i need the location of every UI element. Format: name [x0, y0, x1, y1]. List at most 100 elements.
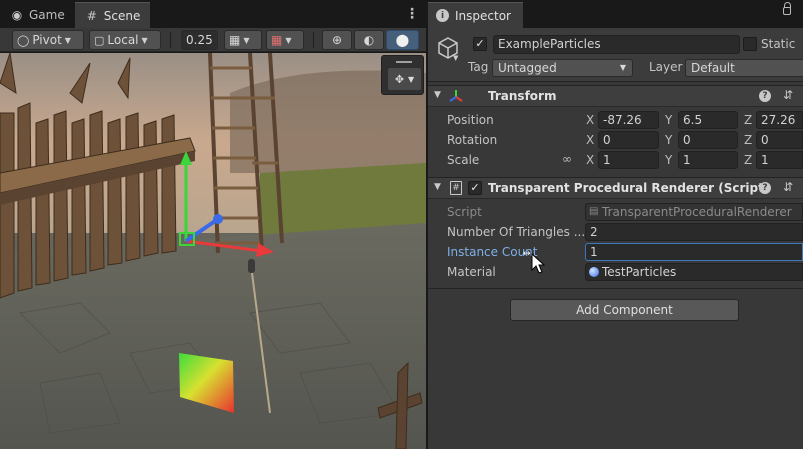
instance-count-field[interactable]: 1: [585, 243, 803, 261]
gameobject-name-field[interactable]: ExampleParticles: [493, 35, 740, 54]
chevron-down-icon: ▼: [408, 74, 415, 84]
pivot-toggle[interactable]: ◯ Pivot ▼: [12, 30, 84, 50]
add-component-button[interactable]: Add Component: [510, 299, 739, 321]
scale-y-field[interactable]: 1: [678, 151, 738, 169]
resize-cursor-icon: ↔: [523, 249, 531, 259]
more-options-icon[interactable]: ⋮: [405, 6, 419, 22]
toolbar-separator: [170, 32, 171, 48]
tab-game-label: Game: [29, 8, 65, 22]
scene-viewport[interactable]: ✥ ▼: [0, 53, 426, 449]
increment-snap-button[interactable]: ▦ ▼: [266, 30, 304, 50]
pivot-icon: ◯: [17, 33, 30, 47]
renderer-enabled-checkbox[interactable]: ✓: [468, 181, 482, 195]
chevron-down-icon: ▼: [141, 35, 148, 45]
position-z-axis[interactable]: Z: [744, 113, 752, 127]
rotation-z-axis[interactable]: Z: [744, 133, 752, 147]
scale-x-field[interactable]: 1: [598, 151, 659, 169]
lock-icon[interactable]: [783, 2, 791, 15]
local-toggle[interactable]: ▢ Local ▼: [89, 30, 161, 50]
triangles-label[interactable]: Number Of Triangles ...: [447, 225, 585, 239]
gizmo-drag-handle[interactable]: [396, 61, 412, 63]
chevron-down-icon[interactable]: ▼: [453, 54, 458, 62]
position-x-field[interactable]: -87.26: [598, 111, 659, 129]
gameobject-header: ▼ ✓ ExampleParticles Static Tag Untagged…: [428, 28, 803, 82]
script-file-icon: #: [450, 181, 462, 195]
gameobject-active-checkbox[interactable]: ✓: [473, 37, 487, 51]
view-orientation-gizmo[interactable]: ✥ ▼: [381, 55, 424, 95]
material-value: TestParticles: [602, 265, 677, 279]
help-icon[interactable]: ?: [759, 90, 771, 102]
foldout-down-icon[interactable]: ▼: [434, 182, 441, 192]
material-field[interactable]: TestParticles: [585, 263, 803, 281]
rotation-z-field[interactable]: 0: [756, 131, 803, 149]
inspector-panel: i Inspector ▼ ✓ ExampleParticles Static …: [428, 0, 803, 449]
gamepad-icon: ◉: [11, 8, 23, 22]
constrain-proportions-link-icon[interactable]: ∞: [562, 152, 572, 166]
increment-snap-icon: ▦: [271, 33, 283, 47]
wireframe-shading-button[interactable]: ⊕: [322, 30, 352, 50]
position-y-field[interactable]: 6.5: [678, 111, 738, 129]
position-y-axis[interactable]: Y: [665, 113, 672, 127]
material-sphere-icon: [589, 267, 599, 277]
local-label: Local: [107, 33, 139, 47]
scale-z-axis[interactable]: Z: [744, 153, 752, 167]
tag-label: Tag: [468, 60, 489, 74]
layer-dropdown[interactable]: Default: [685, 59, 803, 77]
orientation-overlay-button[interactable]: ✥ ▼: [388, 68, 421, 90]
material-label[interactable]: Material: [447, 265, 496, 279]
script-value: TransparentProceduralRenderer: [602, 205, 792, 219]
tab-inspector-label: Inspector: [455, 8, 511, 23]
scale-y-axis[interactable]: Y: [665, 153, 672, 167]
renderer-title: Transparent Procedural Renderer (Script): [488, 181, 770, 195]
settings-sliders-icon[interactable]: ⇵: [783, 88, 793, 102]
tab-scene-label: Scene: [103, 8, 141, 23]
renderer-header[interactable]: ▼ # ✓ Transparent Procedural Renderer (S…: [428, 177, 803, 199]
chevron-down-icon: ▼: [619, 63, 626, 72]
position-label[interactable]: Position: [447, 113, 494, 127]
settings-sliders-icon[interactable]: ⇵: [783, 180, 793, 194]
help-icon[interactable]: ?: [759, 182, 771, 194]
tab-inspector[interactable]: i Inspector: [428, 2, 523, 28]
tag-dropdown[interactable]: Untagged ▼: [492, 59, 633, 77]
tag-value: Untagged: [498, 61, 557, 75]
scale-label[interactable]: Scale: [447, 153, 479, 167]
shaded-sphere-icon: ⬤: [395, 33, 410, 47]
scene-toolbar: ◯ Pivot ▼ ▢ Local ▼ 0.25 ▦ ▼ ▦ ▼ ⊕ ◐ ⬤: [0, 28, 426, 52]
transform-axes-icon: [449, 90, 463, 102]
axes-icon: ✥: [394, 72, 405, 86]
shaded-wire-sphere-icon: ◐: [363, 33, 375, 47]
script-field[interactable]: ▤ TransparentProceduralRenderer: [585, 203, 803, 221]
foldout-down-icon[interactable]: ▼: [434, 90, 441, 100]
wireframe-sphere-icon: ⊕: [331, 33, 343, 47]
rotation-y-axis[interactable]: Y: [665, 133, 672, 147]
shaded-wireframe-button[interactable]: ◐: [354, 30, 384, 50]
scene-panel: ◉ Game # Scene ⋮ ◯ Pivot ▼ ▢ Local ▼ 0.2…: [0, 0, 426, 449]
position-z-field[interactable]: 27.26: [756, 111, 803, 129]
shaded-button[interactable]: ⬤: [386, 30, 419, 50]
script-label: Script: [447, 205, 482, 219]
component-separator: [428, 288, 803, 289]
scale-x-axis[interactable]: X: [586, 153, 594, 167]
tab-game[interactable]: ◉ Game: [0, 2, 75, 28]
tab-scene[interactable]: # Scene: [74, 2, 151, 28]
left-tab-bar: ◉ Game # Scene: [0, 0, 151, 28]
layer-label: Layer: [649, 60, 683, 74]
rotation-y-field[interactable]: 0: [678, 131, 738, 149]
static-label: Static: [761, 37, 796, 51]
scale-z-field[interactable]: 1: [756, 151, 803, 169]
rotation-x-axis[interactable]: X: [586, 133, 594, 147]
cube-small-icon: ▢: [94, 33, 105, 47]
chevron-down-icon: ▼: [285, 35, 292, 45]
snap-value-field[interactable]: 0.25: [181, 30, 218, 50]
chevron-down-icon: ▼: [243, 35, 250, 45]
inspector-tab-bar: i Inspector: [428, 0, 803, 28]
grid-snap-button[interactable]: ▦ ▼: [224, 30, 262, 50]
position-x-axis[interactable]: X: [586, 113, 594, 127]
transform-header[interactable]: ▼ Transform ? ⇵: [428, 85, 803, 107]
script-asset-icon: ▤: [589, 206, 599, 217]
toolbar-separator: [313, 32, 314, 48]
rotation-x-field[interactable]: 0: [598, 131, 659, 149]
static-checkbox[interactable]: [743, 37, 757, 51]
rotation-label[interactable]: Rotation: [447, 133, 497, 147]
triangles-field[interactable]: 2: [585, 223, 803, 241]
